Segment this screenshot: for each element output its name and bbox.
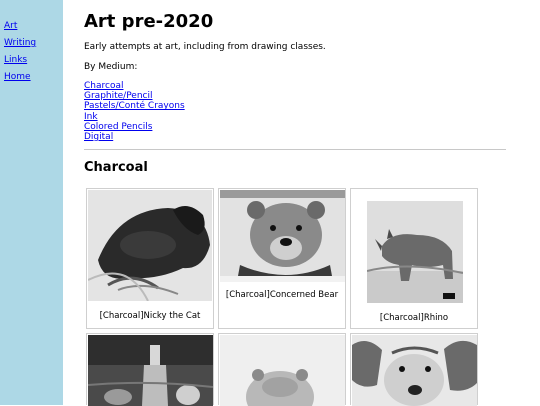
bottle-still-life-drawing[interactable]: [88, 335, 213, 406]
sidebar: Art Writing Links Home: [0, 0, 63, 405]
medium-link-digital[interactable]: Digital: [84, 132, 185, 142]
section-title-charcoal: Charcoal: [84, 160, 148, 175]
gallery-card-still-life[interactable]: [86, 333, 214, 406]
sidebar-link-links[interactable]: Links: [4, 55, 27, 66]
medium-link-ink[interactable]: Ink: [84, 112, 185, 122]
card-caption: [Charcoal]Concerned Bear: [225, 290, 339, 300]
gallery-card-dog[interactable]: [350, 333, 478, 406]
cat-drawing[interactable]: [88, 190, 212, 301]
card-caption: [Charcoal]Nicky the Cat: [99, 311, 201, 321]
medium-link-pastels[interactable]: Pastels/Conté Crayons: [84, 101, 185, 111]
sidebar-link-art[interactable]: Art: [4, 21, 17, 32]
sidebar-link-home[interactable]: Home: [4, 72, 31, 83]
gallery-card-rhino[interactable]: [Charcoal]Rhino: [350, 188, 478, 329]
medium-link-charcoal[interactable]: Charcoal: [84, 81, 185, 91]
dog-drawing[interactable]: [352, 335, 477, 406]
medium-link-colored-pencils[interactable]: Colored Pencils: [84, 122, 185, 132]
sidebar-link-writing[interactable]: Writing: [4, 38, 36, 49]
medium-links: Charcoal Graphite/Pencil Pastels/Conté C…: [84, 81, 185, 142]
card-caption: [Charcoal]Rhino: [379, 313, 449, 323]
gallery-card-bear[interactable]: [Charcoal]Concerned Bear: [218, 188, 346, 329]
section-divider: [84, 149, 506, 150]
hippo-drawing[interactable]: [220, 335, 345, 406]
page-intro: Early attempts at art, including from dr…: [84, 42, 326, 52]
bear-drawing[interactable]: [220, 190, 345, 282]
gallery-card-cat[interactable]: [Charcoal]Nicky the Cat: [86, 188, 214, 329]
by-medium-label: By Medium:: [84, 62, 138, 72]
rhino-drawing[interactable]: [367, 201, 463, 303]
gallery-card-hippo[interactable]: [218, 333, 346, 406]
page-title: Art pre-2020: [84, 11, 214, 32]
medium-link-graphite[interactable]: Graphite/Pencil: [84, 91, 185, 101]
